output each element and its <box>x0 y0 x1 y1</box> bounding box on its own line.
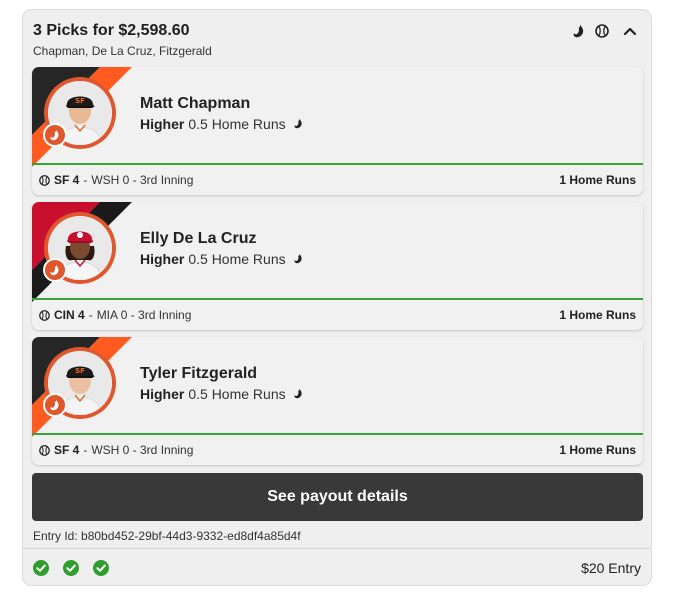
flame-icon <box>294 116 303 132</box>
win-divider <box>32 433 643 435</box>
game-status-row: CIN 4 - MIA 0 - 3rd Inning 1 Home Runs <box>39 308 636 322</box>
game-team-score: SF 4 <box>54 173 80 187</box>
game-dash: - <box>83 443 88 457</box>
entry-card: 3 Picks for $2,598.60 Chapman, De La Cru… <box>22 9 652 586</box>
pick-result: 1 Home Runs <box>559 443 636 457</box>
pick-line: Higher 0.5 Home Runs <box>140 386 303 402</box>
baseball-icon <box>39 309 50 321</box>
pick-direction: Higher <box>140 251 185 267</box>
pick-result: 1 Home Runs <box>559 308 636 322</box>
game-score: CIN 4 - MIA 0 - 3rd Inning <box>39 308 191 322</box>
entry-amount: $20 Entry <box>581 560 641 576</box>
baseball-icon <box>39 444 50 456</box>
pick-line: Higher 0.5 Home Runs <box>140 116 303 132</box>
pick-card[interactable]: Elly De La Cruz Higher 0.5 Home Runs CIN… <box>32 202 643 330</box>
flame-icon <box>573 24 585 38</box>
game-team-score: CIN 4 <box>54 308 85 322</box>
baseball-icon <box>595 24 609 38</box>
game-opponent-inning: MIA 0 - 3rd Inning <box>96 308 192 322</box>
entry-title: 3 Picks for $2,598.60 <box>33 22 190 39</box>
entry-id: Entry Id: b80bd452-29bf-44d3-9332-ed8df4… <box>33 529 301 543</box>
game-status-row: SF 4 - WSH 0 - 3rd Inning 1 Home Runs <box>39 443 636 457</box>
pick-line: Higher 0.5 Home Runs <box>140 251 303 267</box>
check-circle-icon <box>33 560 49 576</box>
pick-stat: 0.5 Home Runs <box>188 386 286 402</box>
header-icons <box>573 24 637 38</box>
pick-card[interactable]: SF Matt Chapman Higher 0.5 Home Runs SF … <box>32 67 643 195</box>
flame-icon <box>294 251 303 267</box>
pick-stat: 0.5 Home Runs <box>188 116 286 132</box>
pick-stat: 0.5 Home Runs <box>188 251 286 267</box>
collapse-chevron-icon[interactable] <box>623 26 637 36</box>
player-name: Tyler Fitzgerald <box>140 365 258 382</box>
game-dash: - <box>83 173 88 187</box>
baseball-icon <box>39 174 50 186</box>
check-circle-icon <box>93 560 109 576</box>
game-opponent-inning: WSH 0 - 3rd Inning <box>91 443 194 457</box>
pick-card[interactable]: SF Tyler Fitzgerald Higher 0.5 Home Runs… <box>32 337 643 465</box>
win-divider <box>32 163 643 165</box>
flame-icon <box>294 386 303 402</box>
pick-result: 1 Home Runs <box>559 173 636 187</box>
pick-direction: Higher <box>140 386 185 402</box>
flame-badge-icon <box>43 393 67 417</box>
divider <box>23 548 651 549</box>
check-circle-icon <box>63 560 79 576</box>
pick-direction: Higher <box>140 116 185 132</box>
svg-text:SF: SF <box>75 97 85 105</box>
game-opponent-inning: WSH 0 - 3rd Inning <box>91 173 194 187</box>
svg-text:SF: SF <box>75 367 85 375</box>
game-score: SF 4 - WSH 0 - 3rd Inning <box>39 173 193 187</box>
flame-badge-icon <box>43 123 67 147</box>
game-team-score: SF 4 <box>54 443 80 457</box>
player-name: Matt Chapman <box>140 95 251 112</box>
entry-players: Chapman, De La Cruz, Fitzgerald <box>33 44 212 58</box>
player-name: Elly De La Cruz <box>140 230 257 247</box>
pick-status-checks <box>33 560 109 576</box>
win-divider <box>32 298 643 300</box>
game-dash: - <box>88 308 93 322</box>
game-status-row: SF 4 - WSH 0 - 3rd Inning 1 Home Runs <box>39 173 636 187</box>
flame-badge-icon <box>43 258 67 282</box>
game-score: SF 4 - WSH 0 - 3rd Inning <box>39 443 193 457</box>
see-payout-details-button[interactable]: See payout details <box>32 473 643 521</box>
